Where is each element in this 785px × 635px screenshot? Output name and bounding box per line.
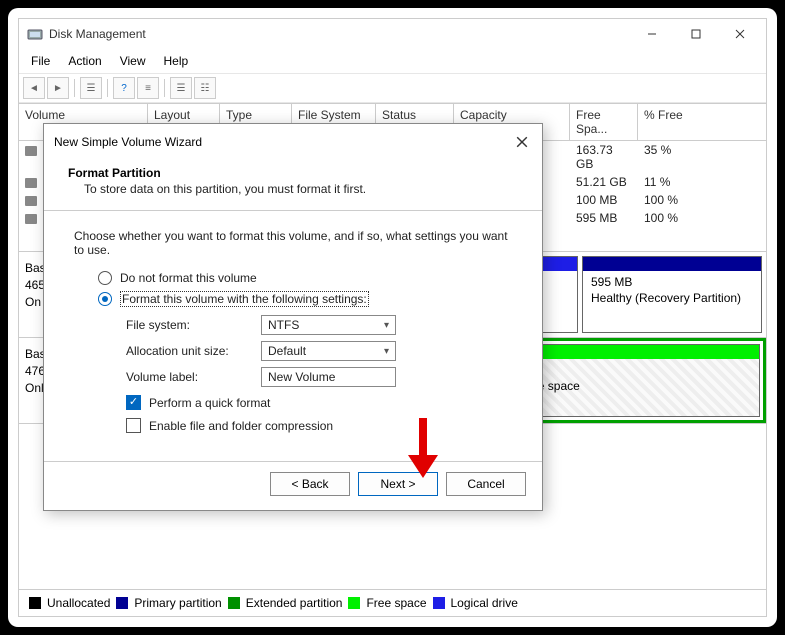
minimize-button[interactable] [630, 20, 674, 48]
allocation-unit-size-select[interactable]: Default▾ [261, 341, 396, 361]
checkbox-enable-compression[interactable]: Enable file and folder compression [126, 418, 512, 433]
menubar: File Action View Help [19, 49, 766, 73]
file-system-select[interactable]: NTFS▾ [261, 315, 396, 335]
back-button[interactable]: < Back [270, 472, 350, 496]
app-icon [27, 26, 43, 42]
window-title: Disk Management [49, 27, 624, 41]
col-pctfree[interactable]: % Free [638, 104, 766, 140]
help-icon[interactable]: ? [113, 77, 135, 99]
dialog-title: New Simple Volume Wizard [54, 135, 512, 149]
radio-do-not-format[interactable]: Do not format this volume [98, 271, 512, 285]
dialog-prompt: Choose whether you want to format this v… [74, 229, 512, 257]
volume-icon [25, 214, 37, 224]
dialog-close-button[interactable] [512, 132, 532, 152]
radio-format-with-settings[interactable]: Format this volume with the following se… [98, 291, 512, 307]
list-icon[interactable]: ☰ [170, 77, 192, 99]
swatch-primary [116, 597, 128, 609]
menu-help[interactable]: Help [156, 51, 197, 71]
swatch-logical [433, 597, 445, 609]
swatch-free [348, 597, 360, 609]
refresh-icon[interactable]: ☰ [80, 77, 102, 99]
free-space-label: Free space [520, 379, 751, 395]
partition-size: 595 MB [591, 275, 753, 291]
recovery-partition[interactable]: 595 MB Healthy (Recovery Partition) [582, 256, 762, 333]
label-file-system: File system: [126, 318, 261, 332]
label-allocation-unit-size: Allocation unit size: [126, 344, 261, 358]
partition-status: Healthy (Recovery Partition) [591, 291, 753, 307]
free-space-partition[interactable]: Free space [511, 344, 760, 417]
detail-icon[interactable]: ☷ [194, 77, 216, 99]
dialog-heading: Format Partition [68, 166, 522, 180]
legend: Unallocated Primary partition Extended p… [19, 589, 766, 616]
swatch-extended [228, 597, 240, 609]
forward-icon[interactable]: ► [47, 77, 69, 99]
next-button[interactable]: Next > [358, 472, 438, 496]
properties-icon[interactable]: ≡ [137, 77, 159, 99]
menu-file[interactable]: File [23, 51, 58, 71]
checkbox-quick-format[interactable]: Perform a quick format [126, 395, 512, 410]
volume-label-input[interactable]: New Volume [261, 367, 396, 387]
maximize-button[interactable] [674, 20, 718, 48]
swatch-unallocated [29, 597, 41, 609]
radio-icon [98, 271, 112, 285]
volume-icon [25, 178, 37, 188]
menu-action[interactable]: Action [60, 51, 109, 71]
close-button[interactable] [718, 20, 762, 48]
checkbox-icon [126, 395, 141, 410]
col-freespace[interactable]: Free Spa... [570, 104, 638, 140]
new-simple-volume-wizard-dialog: New Simple Volume Wizard Format Partitio… [43, 123, 543, 511]
back-icon[interactable]: ◄ [23, 77, 45, 99]
chevron-down-icon: ▾ [384, 346, 389, 357]
cancel-button[interactable]: Cancel [446, 472, 526, 496]
radio-icon [98, 292, 112, 306]
toolbar: ◄ ► ☰ ? ≡ ☰ ☷ [19, 73, 766, 103]
checkbox-icon [126, 418, 141, 433]
chevron-down-icon: ▾ [384, 320, 389, 331]
label-volume-label: Volume label: [126, 370, 261, 384]
volume-icon [25, 196, 37, 206]
menu-view[interactable]: View [112, 51, 154, 71]
volume-icon [25, 146, 37, 156]
dialog-subheading: To store data on this partition, you mus… [68, 182, 522, 196]
titlebar: Disk Management [19, 19, 766, 49]
